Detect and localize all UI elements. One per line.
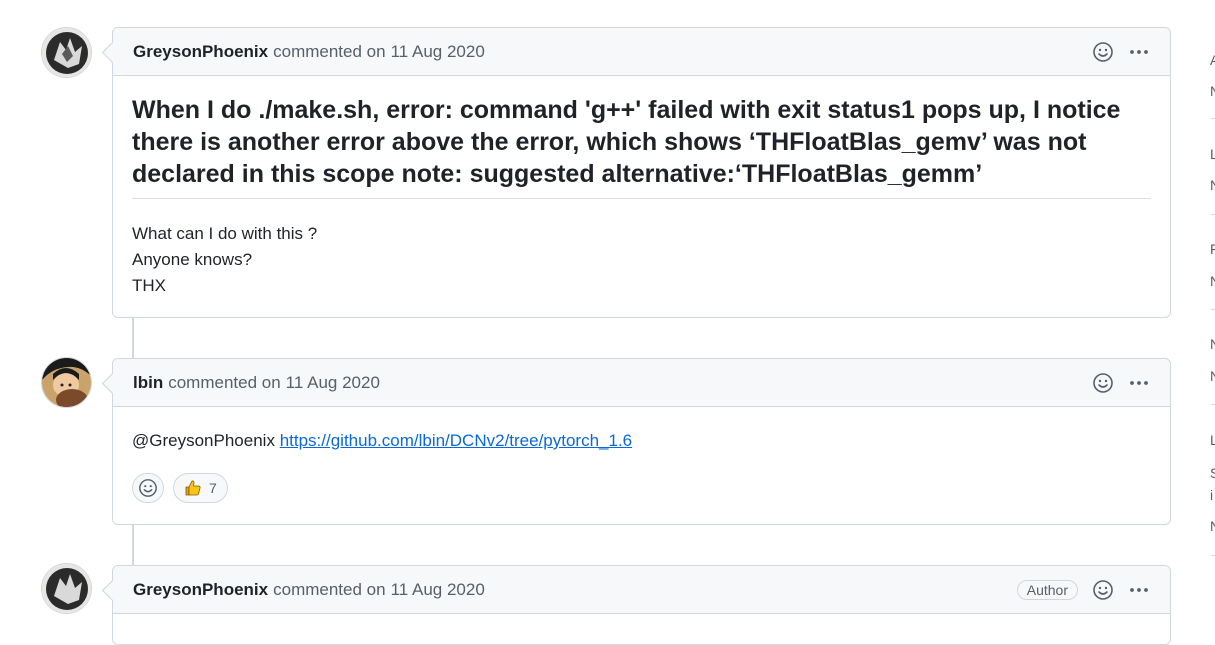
thumbs-up-icon [185,480,201,496]
sidebar-fragment: N [1210,273,1215,289]
comment-author[interactable]: lbin [133,373,163,393]
avatar-lbin[interactable] [41,357,92,408]
comment-header: lbin commented on 11 Aug 2020 [113,359,1170,407]
author-badge: Author [1016,579,1078,600]
comment-actions [1092,372,1150,394]
comment-body: When I do ./make.sh, error: command 'g++… [113,76,1170,299]
reaction-count: 7 [209,480,217,496]
sidebar-fragment: N [1210,368,1215,384]
avatar-image [42,564,91,613]
sidebar-fragment: N [1210,518,1215,534]
avatar-image [42,28,91,77]
comment-meta: commented on [168,372,281,392]
comment-actions: Author [1016,579,1150,601]
comment-card: lbin commented on 11 Aug 2020 @GreysonPh… [112,358,1171,525]
comment-text: What can I do with this ? Anyone knows? … [132,221,1151,299]
sidebar-divider [1211,404,1215,405]
sidebar-fragment: N [1210,83,1215,99]
comment-text: @GreysonPhoenix https://github.com/lbin/… [132,431,1151,451]
comment-actions [1092,41,1150,63]
smiley-icon[interactable] [1092,372,1114,394]
comment-header: GreysonPhoenix commented on 11 Aug 2020 … [113,566,1170,614]
comment-card: GreysonPhoenix commented on 11 Aug 2020 … [112,565,1171,645]
sidebar-fragment: S [1210,465,1215,481]
comment-card: GreysonPhoenix commented on 11 Aug 2020 … [112,27,1171,318]
sidebar-fragment: F [1210,241,1215,257]
comment-meta: commented on [273,41,386,61]
smiley-icon [139,479,157,497]
sidebar-fragment: L [1210,432,1215,448]
comment-date[interactable]: 11 Aug 2020 [391,42,485,62]
avatar-image [42,358,91,407]
comment-meta: commented on [273,579,386,599]
kebab-horizontal-icon[interactable] [1128,41,1150,63]
comment-header: GreysonPhoenix commented on 11 Aug 2020 [113,28,1170,76]
comment-date[interactable]: 11 Aug 2020 [286,373,380,393]
user-mention[interactable]: @GreysonPhoenix [132,431,275,450]
sidebar-fragment: L [1210,146,1215,162]
comment-line: THX [132,276,166,295]
comment-line: Anyone knows? [132,250,253,269]
comment-link[interactable]: https://github.com/lbin/DCNv2/tree/pytor… [280,431,632,450]
comment-body: @GreysonPhoenix https://github.com/lbin/… [113,407,1170,503]
kebab-horizontal-icon[interactable] [1128,579,1150,601]
comment-author[interactable]: GreysonPhoenix [133,580,268,600]
sidebar-divider [1211,309,1215,310]
comment-heading: When I do ./make.sh, error: command 'g++… [132,94,1151,199]
sidebar-divider [1211,214,1215,215]
comment-date[interactable]: 11 Aug 2020 [391,580,485,600]
sidebar-divider [1211,555,1215,556]
sidebar-fragment: A [1210,52,1215,68]
timeline-connector [132,525,134,565]
reactions-bar: 7 [132,473,1151,503]
thumbs-up-reaction[interactable]: 7 [173,473,228,503]
smiley-icon[interactable] [1092,579,1114,601]
sidebar-fragment: N [1210,177,1215,193]
sidebar-fragment: N [1210,336,1215,352]
avatar-greysonphoenix[interactable] [41,27,92,78]
kebab-horizontal-icon[interactable] [1128,372,1150,394]
comment-line: What can I do with this ? [132,224,318,243]
timeline-connector [132,318,134,358]
comment-author[interactable]: GreysonPhoenix [133,42,268,62]
smiley-icon[interactable] [1092,41,1114,63]
sidebar-divider [1211,118,1215,119]
sidebar-fragment: i [1210,487,1214,503]
add-reaction-button[interactable] [132,473,164,503]
